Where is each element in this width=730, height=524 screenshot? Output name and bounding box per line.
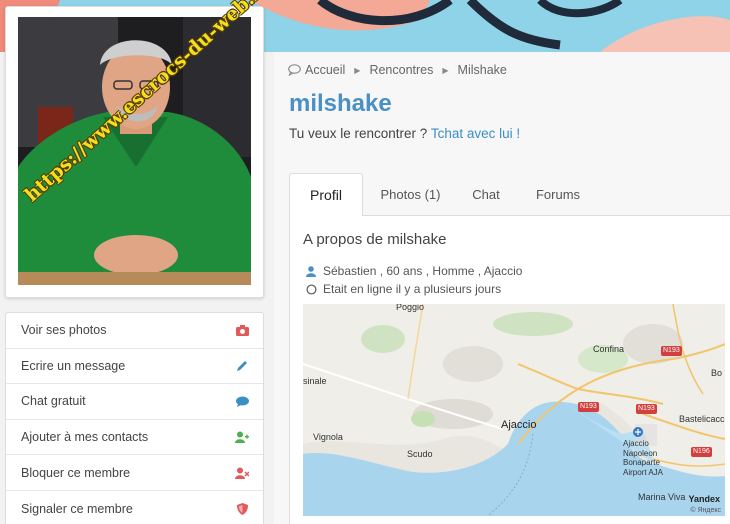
breadcrumb-separator-icon: ▶ <box>442 65 449 75</box>
menu-item-label: Ecrire un message <box>21 358 126 373</box>
breadcrumb-separator-icon: ▶ <box>354 65 361 75</box>
view-photos-button[interactable]: Voir ses photos <box>6 313 263 349</box>
map-copyright: © Яндекс <box>690 507 721 514</box>
road-badge: N193 <box>636 404 657 414</box>
breadcrumb-current: Milshake <box>457 63 507 77</box>
map-label: Poggio <box>396 304 425 312</box>
add-user-icon <box>235 430 249 444</box>
tagline-text: Tu veux le rencontrer ? <box>289 126 428 141</box>
map-label: sinale <box>303 376 327 386</box>
breadcrumb-rencontres-link[interactable]: Rencontres <box>369 63 433 77</box>
menu-item-label: Ajouter à mes contacts <box>21 430 149 445</box>
status-circle-icon <box>305 283 317 295</box>
online-status: Etait en ligne il y a plusieurs jours <box>323 282 502 296</box>
write-message-button[interactable]: Ecrire un message <box>6 349 263 385</box>
profile-actions-menu: Voir ses photos Ecrire un message Chat g… <box>5 312 264 524</box>
yandex-logo[interactable]: Yandex <box>688 494 720 504</box>
add-contact-button[interactable]: Ajouter à mes contacts <box>6 420 263 456</box>
tab-profil[interactable]: Profil <box>289 173 363 217</box>
tab-photos[interactable]: Photos (1) <box>363 173 458 216</box>
map-label-airport: Ajaccio Napoleon Bonaparte Airport AJA <box>623 439 664 477</box>
map-label: Marina Viva <box>638 492 686 502</box>
map-label: Bastelicacc <box>679 414 725 424</box>
tagline: Tu veux le rencontrer ? Tchat avec lui ! <box>289 126 520 141</box>
member-details: Sébastien , 60 ans , Homme , Ajaccio <box>323 264 523 278</box>
online-status-row: Etait en ligne il y a plusieurs jours <box>305 282 501 296</box>
road-badge: N196 <box>691 447 712 457</box>
report-member-button[interactable]: Signaler ce membre <box>6 491 263 524</box>
tab-forums[interactable]: Forums <box>514 173 602 216</box>
road-badge: N193 <box>661 346 682 356</box>
about-heading: A propos de milshake <box>303 231 447 248</box>
road-badge: N193 <box>578 402 599 412</box>
chat-bubble-icon <box>288 64 301 76</box>
map-label-city: Ajaccio <box>501 419 537 431</box>
user-icon <box>305 265 317 277</box>
map-label: Bo <box>711 368 723 378</box>
map-graphic <box>303 304 725 516</box>
menu-item-label: Signaler ce membre <box>21 501 133 516</box>
block-user-icon <box>235 466 249 480</box>
camera-icon <box>235 323 249 337</box>
chat-with-him-link[interactable]: Tchat avec lui ! <box>431 126 520 141</box>
map-label: Scudo <box>407 449 433 459</box>
page-title: milshake <box>289 90 392 117</box>
menu-item-label: Voir ses photos <box>21 323 107 338</box>
pencil-icon <box>235 359 249 373</box>
free-chat-button[interactable]: Chat gratuit <box>6 384 263 420</box>
tab-chat[interactable]: Chat <box>458 173 514 216</box>
profile-photo-card: https://www.escrocs-du-web.fr <box>5 0 272 298</box>
menu-item-label: Bloquer ce membre <box>21 465 131 480</box>
menu-item-label: Chat gratuit <box>21 394 86 409</box>
profile-tabs: Profil Photos (1) Chat Forums <box>289 173 730 217</box>
chat-icon <box>235 394 249 408</box>
block-member-button[interactable]: Bloquer ce membre <box>6 455 263 491</box>
breadcrumb: Accueil ▶ Rencontres ▶ Milshake <box>288 63 507 77</box>
map-label: Confina <box>593 344 625 354</box>
map-label: Vignola <box>313 432 343 442</box>
profile-photo[interactable] <box>18 17 251 285</box>
shield-icon <box>235 502 249 516</box>
breadcrumb-home-link[interactable]: Accueil <box>305 63 345 77</box>
member-details-row: Sébastien , 60 ans , Homme , Ajaccio <box>305 264 522 278</box>
location-map[interactable]: Poggio Confina sinale Bo Bastelicacc Vig… <box>303 304 725 516</box>
